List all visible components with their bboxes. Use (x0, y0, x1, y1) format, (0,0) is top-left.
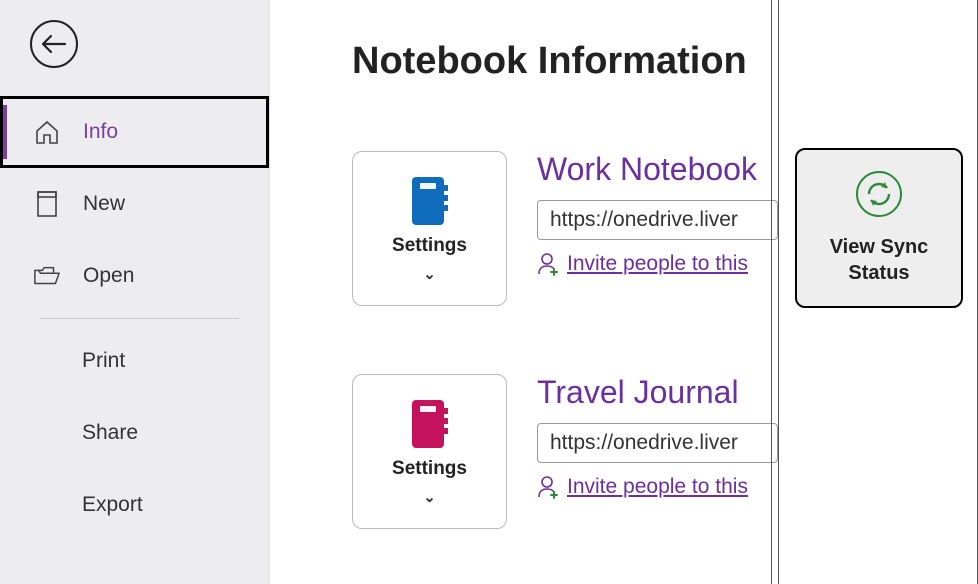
notebook-row: Settings ⌄ Work Notebook https://onedriv… (352, 151, 778, 306)
nav-label: Open (83, 264, 134, 288)
sync-label: View Sync Status (830, 234, 929, 286)
notebook-row: Settings ⌄ Travel Journal https://onedri… (352, 374, 778, 529)
notebook-settings-button[interactable]: Settings ⌄ (352, 151, 507, 306)
nav-sub-label: Export (82, 493, 143, 517)
center-column: Notebook Information Settings ⌄ Work Not… (270, 0, 778, 584)
nav-label: Info (83, 120, 118, 144)
person-add-icon (537, 475, 561, 499)
nav-info[interactable]: Info (0, 96, 269, 168)
vertical-separator (771, 0, 772, 584)
back-button[interactable] (30, 20, 78, 68)
notebook-info: Travel Journal https://onedrive.liver In… (537, 374, 778, 499)
invite-row: Invite people to this (537, 475, 778, 499)
invite-link[interactable]: Invite people to this (567, 475, 748, 499)
nav-share[interactable]: Share (0, 397, 269, 469)
chevron-down-icon: ⌄ (423, 265, 436, 283)
nav-print[interactable]: Print (0, 325, 269, 397)
home-icon (33, 118, 61, 146)
notebook-icon (408, 175, 452, 227)
notebook-url-field[interactable]: https://onedrive.liver (537, 200, 778, 240)
notebook-info: Work Notebook https://onedrive.liver Inv… (537, 151, 778, 276)
notebook-title: Work Notebook (537, 151, 778, 188)
notebook-url-field[interactable]: https://onedrive.liver (537, 423, 778, 463)
settings-label: Settings (392, 235, 467, 257)
sidebar-divider (40, 318, 239, 319)
invite-link[interactable]: Invite people to this (567, 252, 748, 276)
right-column: View Sync Status (778, 0, 978, 584)
person-add-icon (537, 252, 561, 276)
nav-open[interactable]: Open (0, 240, 269, 312)
nav-sub-label: Share (82, 421, 138, 445)
nav-sub-label: Print (82, 349, 125, 373)
folder-open-icon (33, 262, 61, 290)
chevron-down-icon: ⌄ (423, 488, 436, 506)
sync-icon (855, 170, 903, 218)
settings-label: Settings (392, 458, 467, 480)
invite-row: Invite people to this (537, 252, 778, 276)
notebook-settings-button[interactable]: Settings ⌄ (352, 374, 507, 529)
notebook-title: Travel Journal (537, 374, 778, 411)
backstage-sidebar: Info New Open Print Share Export (0, 0, 270, 584)
arrow-left-icon (41, 34, 67, 54)
view-sync-status-button[interactable]: View Sync Status (795, 148, 963, 308)
page-title: Notebook Information (352, 40, 778, 83)
nav-label: New (83, 192, 125, 216)
nav-export[interactable]: Export (0, 469, 269, 541)
nav-new[interactable]: New (0, 168, 269, 240)
notebook-icon (408, 398, 452, 450)
page-icon (33, 190, 61, 218)
main-panel: Notebook Information Settings ⌄ Work Not… (270, 0, 978, 584)
